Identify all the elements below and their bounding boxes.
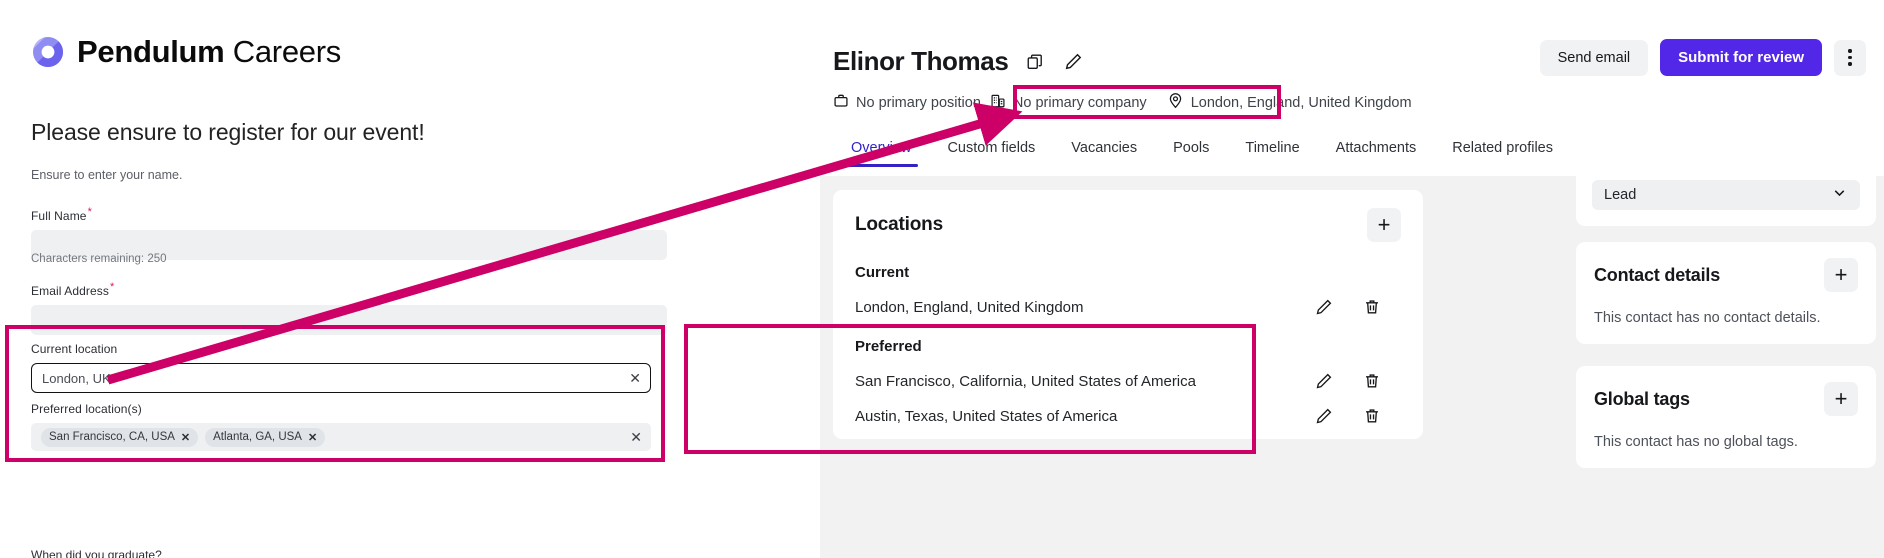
email-label: Email Address* <box>31 281 667 298</box>
plus-icon[interactable]: + <box>1824 258 1858 292</box>
full-name-label-text: Full Name <box>31 209 87 223</box>
stage-card: Lead <box>1576 166 1876 226</box>
building-icon <box>990 93 1006 113</box>
required-asterisk: * <box>110 281 115 293</box>
tab-overview[interactable]: Overview <box>833 140 929 167</box>
global-tags-card: Global tags + This contact has no global… <box>1576 366 1876 468</box>
profile-name-row: Elinor Thomas <box>833 46 1084 77</box>
form-heading: Please ensure to register for our event! <box>31 119 425 145</box>
plus-icon[interactable]: + <box>1824 382 1858 416</box>
trash-icon[interactable] <box>1363 372 1381 390</box>
tab-custom-fields[interactable]: Custom fields <box>929 140 1053 167</box>
copy-icon[interactable] <box>1024 51 1046 73</box>
pencil-icon[interactable] <box>1315 298 1333 316</box>
row-actions <box>1315 372 1381 390</box>
highlight-profile-header-location <box>1013 85 1281 119</box>
pencil-icon[interactable] <box>1062 51 1084 73</box>
kebab-menu-icon[interactable] <box>1834 39 1866 76</box>
full-name-field-group: Full Name* <box>31 206 667 260</box>
trash-icon[interactable] <box>1363 407 1381 425</box>
row-actions <box>1315 407 1381 425</box>
primary-position-meta: No primary position <box>833 93 981 113</box>
form-subtext: Ensure to enter your name. <box>31 168 183 182</box>
global-tags-empty-text: This contact has no global tags. <box>1594 434 1798 450</box>
send-email-button[interactable]: Send email <box>1539 39 1649 76</box>
email-label-text: Email Address <box>31 284 109 298</box>
brand-header: Pendulum Careers <box>32 34 341 70</box>
tab-attachments[interactable]: Attachments <box>1318 140 1435 167</box>
brand-name-regular: Careers <box>232 34 341 69</box>
required-asterisk: * <box>87 206 92 218</box>
stage-select[interactable]: Lead <box>1592 180 1860 210</box>
page-title: Pendulum Careers <box>77 34 341 70</box>
stage-value: Lead <box>1604 187 1637 203</box>
tab-related-profiles[interactable]: Related profiles <box>1434 140 1571 167</box>
pencil-icon[interactable] <box>1315 407 1333 425</box>
kebab-dot <box>1848 55 1852 60</box>
highlight-preferred-locations-group <box>684 324 1256 454</box>
profile-tabs: Overview Custom fields Vacancies Pools T… <box>833 140 1571 167</box>
full-name-label: Full Name* <box>31 206 667 223</box>
submit-for-review-button[interactable]: Submit for review <box>1660 39 1822 76</box>
contact-details-header: Contact details + <box>1594 258 1858 292</box>
locations-card-header: Locations + <box>855 208 1401 242</box>
tab-pools[interactable]: Pools <box>1155 140 1227 167</box>
briefcase-icon <box>833 93 849 113</box>
tab-vacancies[interactable]: Vacancies <box>1053 140 1155 167</box>
contact-profile-panel: Elinor Thomas No primary position No pri… <box>820 0 1884 558</box>
locations-group-heading-current: Current <box>855 264 910 281</box>
kebab-dot <box>1848 62 1852 66</box>
contact-details-empty-text: This contact has no contact details. <box>1594 310 1821 326</box>
primary-position-text: No primary position <box>856 95 981 111</box>
highlight-form-location-fields <box>5 325 665 462</box>
contact-details-title: Contact details <box>1594 264 1721 285</box>
chevron-down-icon <box>1831 184 1848 206</box>
careers-form-panel: Pendulum Careers Please ensure to regist… <box>0 0 820 558</box>
header-actions: Send email Submit for review <box>1539 39 1866 76</box>
next-field-label-clipped: When did you graduate? <box>31 548 162 558</box>
location-text: London, England, United Kingdom <box>855 298 1084 316</box>
pendulum-logo-icon <box>32 36 64 68</box>
tab-timeline[interactable]: Timeline <box>1227 140 1317 167</box>
kebab-dot <box>1848 49 1852 53</box>
global-tags-title: Global tags <box>1594 388 1690 409</box>
profile-name: Elinor Thomas <box>833 46 1009 76</box>
characters-remaining-helper: Characters remaining: 250 <box>31 253 167 265</box>
row-actions <box>1315 298 1381 316</box>
locations-card-title: Locations <box>855 214 943 235</box>
list-item: London, England, United Kingdom <box>855 298 1401 316</box>
contact-details-card: Contact details + This contact has no co… <box>1576 242 1876 344</box>
profile-header: Elinor Thomas No primary position No pri… <box>820 0 1884 180</box>
trash-icon[interactable] <box>1363 298 1381 316</box>
plus-icon[interactable]: + <box>1367 208 1401 242</box>
global-tags-header: Global tags + <box>1594 382 1858 416</box>
brand-name-bold: Pendulum <box>77 34 225 69</box>
pencil-icon[interactable] <box>1315 372 1333 390</box>
